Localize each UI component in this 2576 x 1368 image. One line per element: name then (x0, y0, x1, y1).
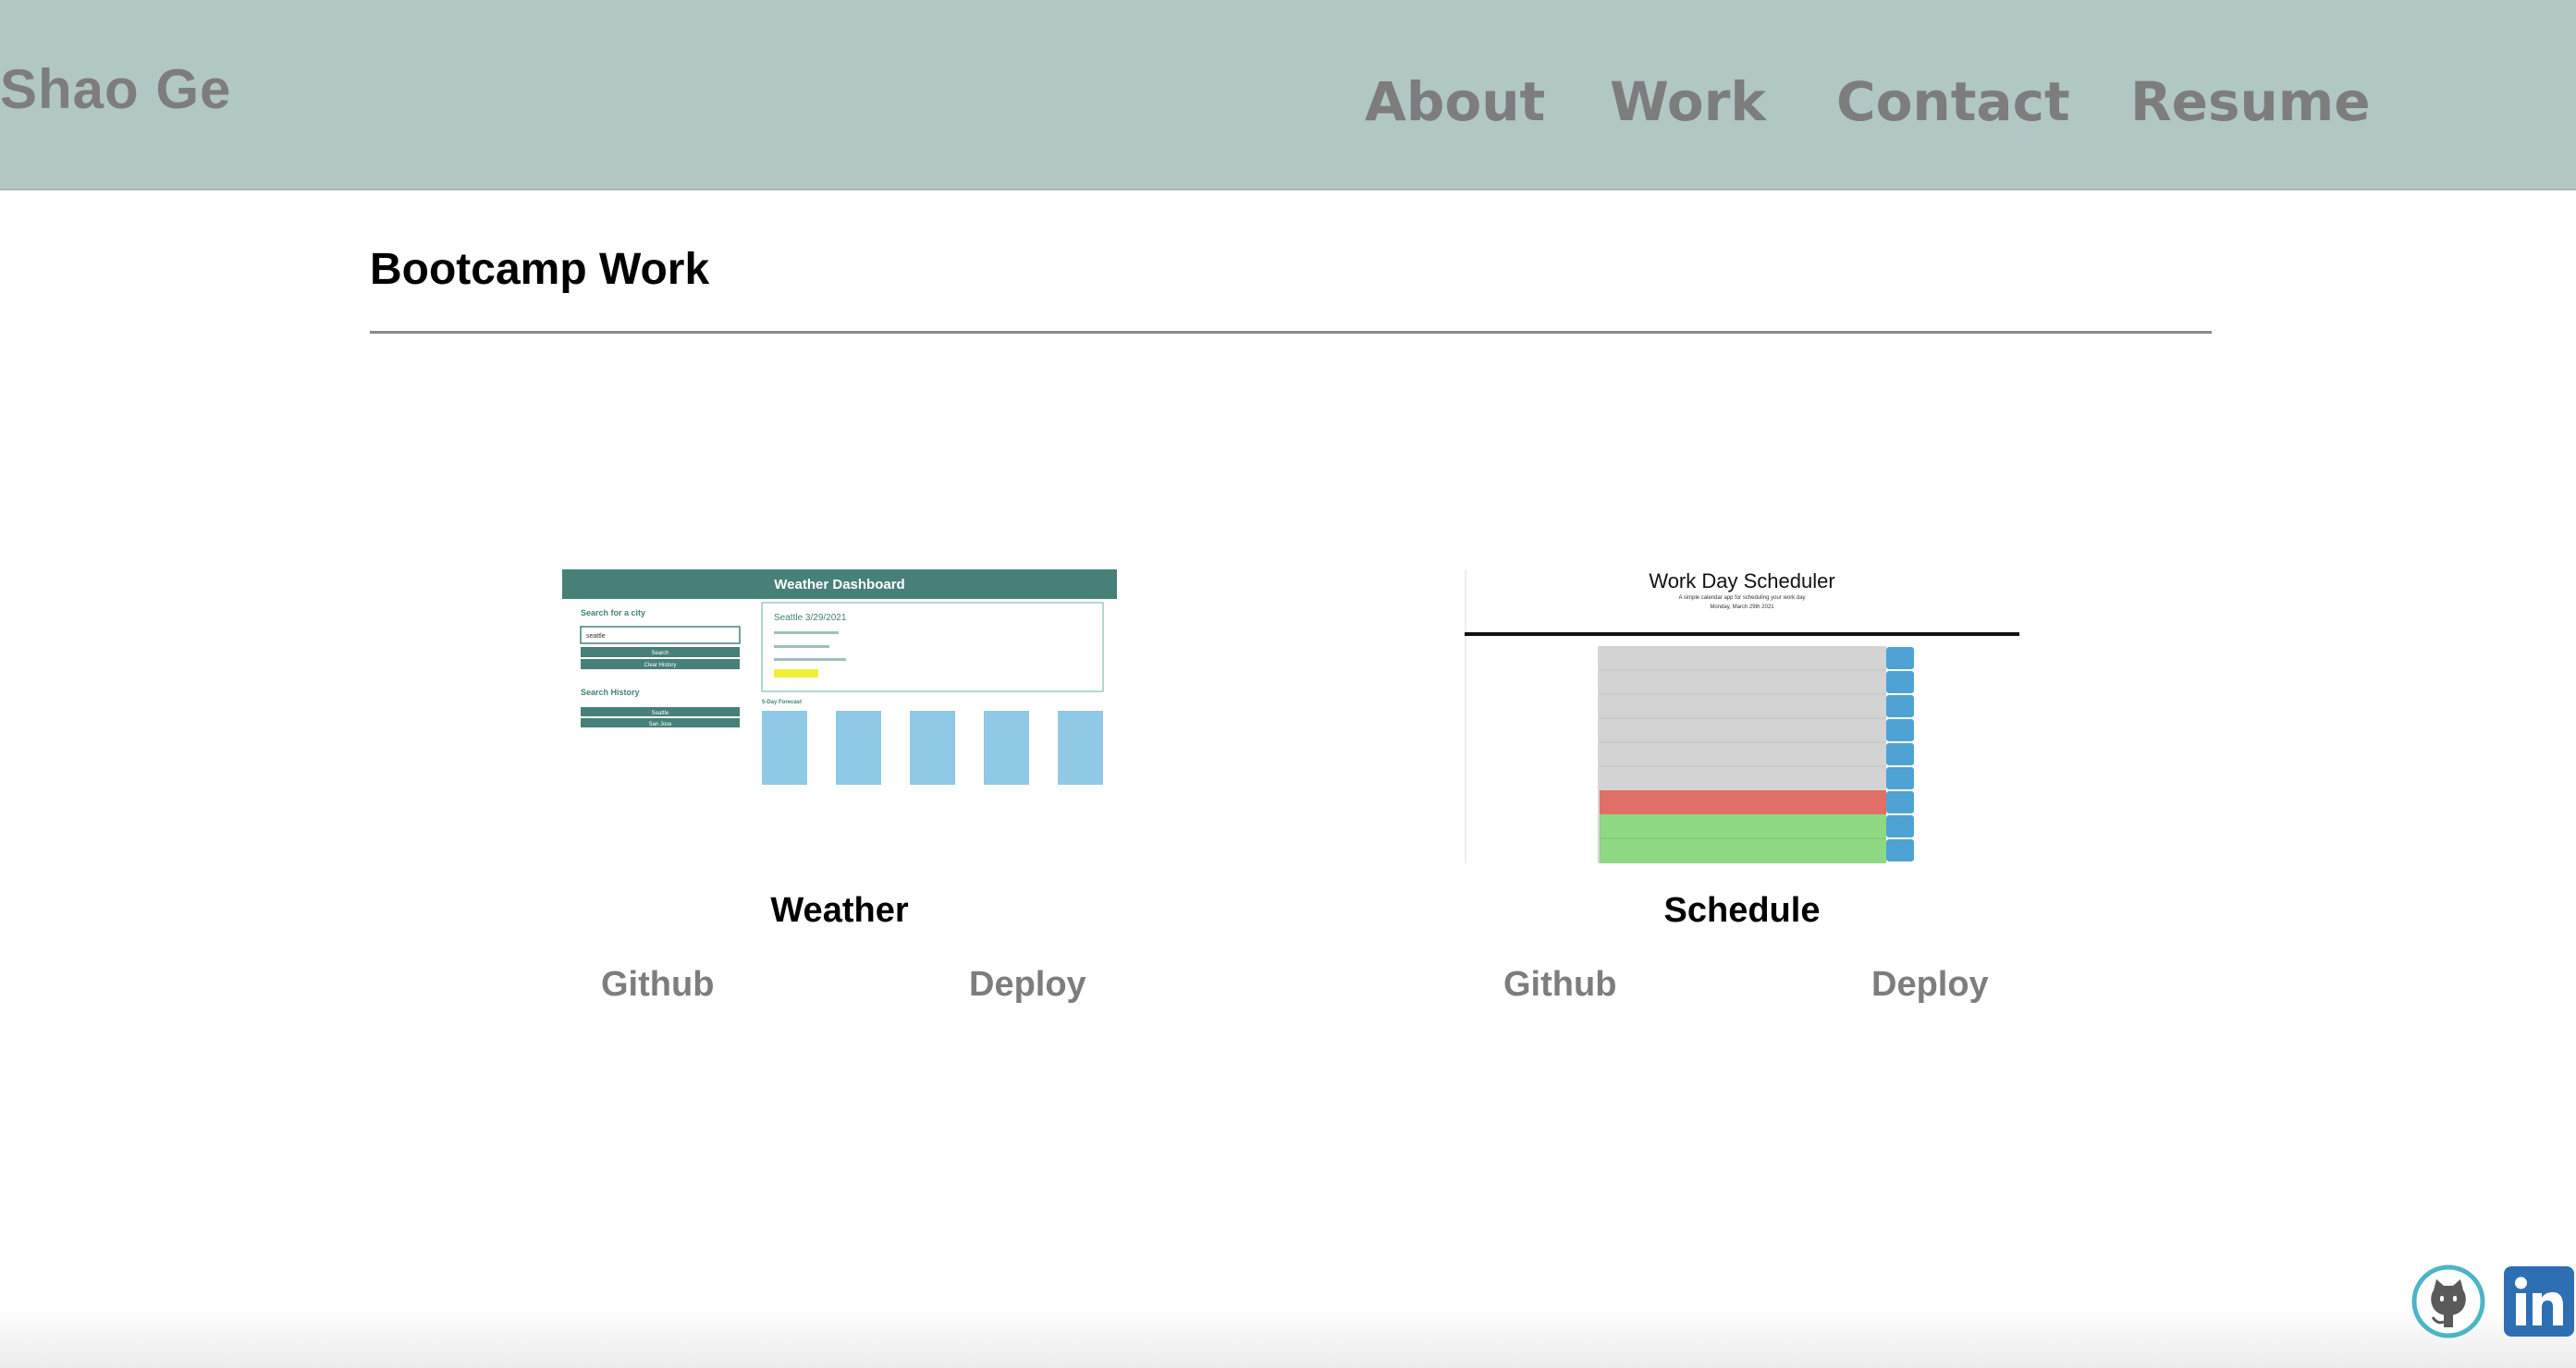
thumb-scheduler-header: Work Day Scheduler (1649, 569, 1834, 592)
footer-bar (0, 1305, 2576, 1368)
thumb-history-label: Search History (581, 688, 640, 697)
thumb-scheduler-subtitle: A simple calendar app for scheduling you… (1678, 595, 1805, 601)
site-header: Shao Ge About Work Contact Resume (0, 0, 2576, 190)
scheduler-rows (1598, 646, 1914, 863)
project-title-weather: Weather (770, 891, 909, 930)
weather-deploy-link[interactable]: Deploy (969, 965, 1086, 1005)
thumb-history-2: San Jose (648, 722, 672, 727)
thumb-forecast-label: 5-Day Forecast (762, 700, 802, 705)
nav-contact[interactable]: Contact (1836, 70, 2070, 133)
thumb-city-heading: Seattle 3/29/2021 (774, 613, 847, 623)
linkedin-icon[interactable] (2502, 1264, 2576, 1338)
nav-work[interactable]: Work (1610, 70, 1766, 133)
thumb-scheduler-date: Monday, March 29th 2021 (1710, 605, 1774, 610)
schedule-github-link[interactable]: Github (1503, 965, 1616, 1005)
thumb-search-label: Search for a city (581, 608, 645, 617)
nav-about[interactable]: About (1365, 70, 1545, 133)
thumb-search-input: seattle (586, 633, 606, 640)
site-brand[interactable]: Shao Ge (0, 57, 231, 121)
thumb-clear-button: Clear History (644, 663, 677, 668)
thumb-search-button: Search (651, 651, 669, 656)
weather-thumbnail[interactable]: Weather Dashboard Search for a city seat… (562, 569, 1117, 863)
nav-resume[interactable]: Resume (2130, 70, 2371, 133)
schedule-deploy-link[interactable]: Deploy (1871, 965, 1989, 1005)
weather-github-link[interactable]: Github (601, 965, 714, 1005)
schedule-thumbnail[interactable]: Work Day Scheduler A simple calendar app… (1465, 569, 2019, 863)
thumb-history-1: Seattle (652, 711, 669, 716)
project-title-schedule: Schedule (1663, 891, 1821, 930)
section-divider (370, 331, 2212, 334)
thumb-weather-header: Weather Dashboard (774, 577, 904, 592)
section-title: Bootcamp Work (370, 245, 710, 294)
github-icon[interactable] (2411, 1264, 2485, 1338)
